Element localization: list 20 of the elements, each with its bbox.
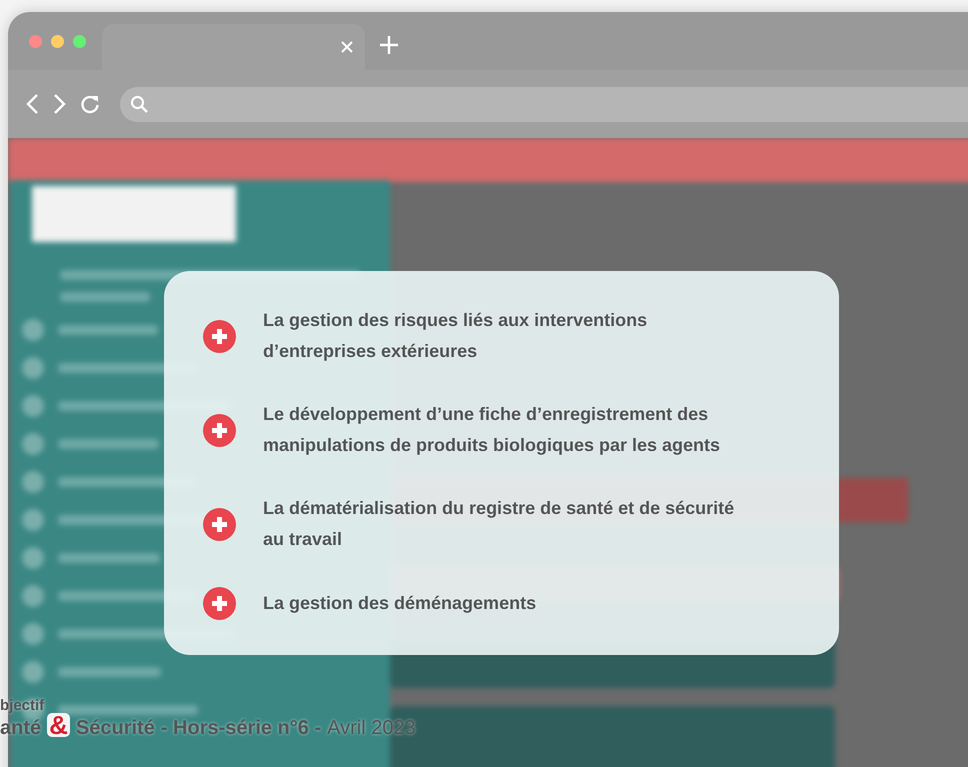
- forward-icon[interactable]: [53, 93, 66, 115]
- plus-icon: [203, 587, 236, 620]
- search-icon: [130, 94, 149, 114]
- list-item-text: La gestion des risques liés aux interventions d’entreprises extérieures: [263, 309, 648, 363]
- minimize-window-icon[interactable]: [51, 35, 64, 48]
- maximize-window-icon[interactable]: [73, 35, 86, 48]
- close-icon[interactable]: [341, 41, 353, 53]
- plus-icon: [203, 414, 236, 446]
- plus-icon: [203, 508, 236, 540]
- list-item-text: La gestion des déménagements: [263, 592, 536, 615]
- list-item-text: La dématérialisation du registre de santé et de sécurité au travail: [263, 497, 736, 551]
- plus-icon[interactable]: [379, 34, 399, 55]
- plus-icon: [203, 320, 236, 352]
- date-text: Avril 2023: [327, 716, 416, 740]
- back-icon[interactable]: [26, 93, 39, 115]
- issue-text: - Hors-série n°6 -: [160, 716, 322, 740]
- brand-text: Sécurité: [76, 716, 155, 740]
- list-item-text: Le développement d’une fiche d’enregistrement des manipulations de produits biologiques par les agents: [263, 403, 722, 457]
- ampersand-logo: &: [47, 713, 70, 737]
- reload-icon[interactable]: [80, 94, 100, 114]
